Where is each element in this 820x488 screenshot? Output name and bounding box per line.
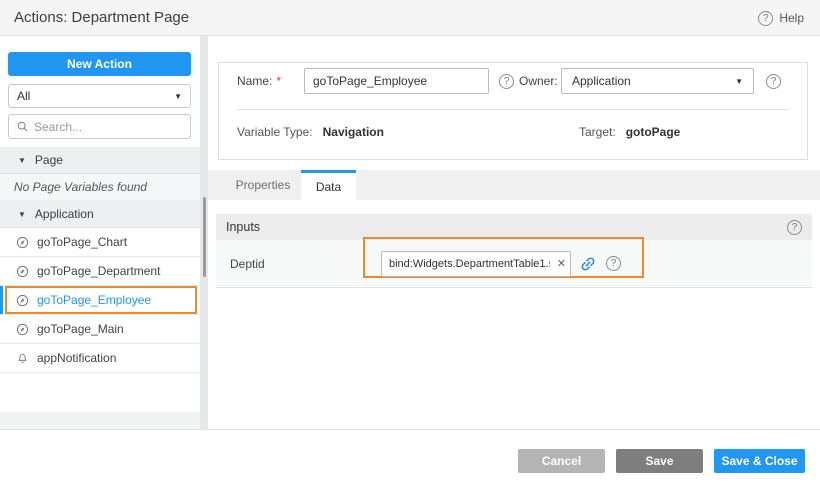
cancel-button[interactable]: Cancel bbox=[518, 449, 605, 473]
detail-tabbar: Properties Data bbox=[208, 170, 820, 200]
page-title: Actions: Department Page bbox=[14, 0, 189, 36]
name-field[interactable] bbox=[304, 68, 489, 94]
actions-sidebar: New Action All ▼ ▼ Page No Page Variable… bbox=[0, 36, 200, 429]
tab-data[interactable]: Data bbox=[301, 170, 356, 200]
filter-dropdown-value: All bbox=[17, 89, 174, 103]
search-input[interactable] bbox=[34, 120, 183, 134]
help-icon: ? bbox=[758, 11, 773, 26]
tab-properties[interactable]: Properties bbox=[225, 170, 301, 200]
selected-indicator-bar bbox=[0, 286, 3, 314]
required-marker: * bbox=[276, 74, 281, 88]
target-label: Target: bbox=[579, 125, 616, 139]
inputs-help-icon[interactable]: ? bbox=[787, 220, 802, 235]
sidebar-item-gotopage-employee[interactable]: goToPage_Employee bbox=[0, 286, 200, 315]
navigation-icon bbox=[16, 265, 29, 278]
owner-dropdown[interactable]: Application ▼ bbox=[561, 68, 754, 94]
navigation-icon bbox=[16, 323, 29, 336]
input-field-name: Deptid bbox=[230, 257, 265, 271]
page-empty-message: No Page Variables found bbox=[0, 174, 200, 201]
sidebar-item-gotopage-main[interactable]: goToPage_Main bbox=[0, 315, 200, 344]
deptid-help-icon[interactable]: ? bbox=[606, 256, 621, 271]
sidebar-item-appnotification[interactable]: appNotification bbox=[0, 344, 200, 373]
navigation-icon bbox=[16, 236, 29, 249]
group-application[interactable]: ▼ Application bbox=[0, 201, 200, 228]
search-box[interactable] bbox=[8, 114, 191, 139]
save-button[interactable]: Save bbox=[616, 449, 703, 473]
actions-dialog: Actions: Department Page ? Help New Acti… bbox=[0, 0, 820, 488]
help-label: Help bbox=[779, 11, 804, 25]
help-button[interactable]: ? Help bbox=[758, 0, 804, 36]
target-value: gotoPage bbox=[626, 125, 681, 139]
chevron-down-icon: ▼ bbox=[735, 77, 743, 86]
collapse-caret-icon: ▼ bbox=[18, 210, 26, 219]
owner-label: Owner: bbox=[519, 74, 558, 88]
sidebar-item-gotopage-chart[interactable]: goToPage_Chart bbox=[0, 228, 200, 257]
input-row-deptid: Deptid ✕ ? bbox=[216, 240, 812, 288]
group-page[interactable]: ▼ Page bbox=[0, 147, 200, 174]
navigation-icon bbox=[16, 294, 29, 307]
sidebar-item-gotopage-department[interactable]: goToPage_Department bbox=[0, 257, 200, 286]
bind-link-icon[interactable] bbox=[579, 255, 597, 273]
dialog-header: Actions: Department Page ? Help bbox=[0, 0, 820, 36]
owner-help-icon[interactable]: ? bbox=[766, 74, 781, 89]
name-label: Name: bbox=[237, 74, 272, 88]
filter-dropdown[interactable]: All ▼ bbox=[8, 84, 191, 108]
action-detail-panel: Name: * ? Owner: * Application ▼ ? Varia… bbox=[208, 36, 820, 429]
owner-dropdown-value: Application bbox=[572, 74, 735, 88]
variable-type-value: Navigation bbox=[323, 125, 384, 139]
sidebar-scrollbar[interactable] bbox=[203, 197, 206, 277]
search-icon bbox=[16, 120, 29, 133]
variables-list: ▼ Page No Page Variables found ▼ Applica… bbox=[0, 147, 200, 373]
collapse-caret-icon: ▼ bbox=[18, 156, 26, 165]
action-summary-box: Name: * ? Owner: * Application ▼ ? Varia… bbox=[218, 62, 808, 160]
variable-type-label: Variable Type: bbox=[237, 125, 313, 139]
inputs-section-header: Inputs ? bbox=[216, 214, 812, 240]
new-action-button[interactable]: New Action bbox=[8, 52, 191, 76]
dialog-footer: Cancel Save Save & Close bbox=[0, 429, 820, 488]
clear-icon[interactable]: ✕ bbox=[557, 257, 566, 271]
chevron-down-icon: ▼ bbox=[174, 92, 182, 101]
inputs-section-title: Inputs bbox=[226, 220, 787, 234]
name-help-icon[interactable]: ? bbox=[499, 74, 514, 89]
summary-divider bbox=[237, 109, 789, 110]
deptid-bind-input[interactable] bbox=[381, 251, 571, 277]
save-and-close-button[interactable]: Save & Close bbox=[714, 449, 805, 473]
notification-icon bbox=[16, 352, 29, 365]
